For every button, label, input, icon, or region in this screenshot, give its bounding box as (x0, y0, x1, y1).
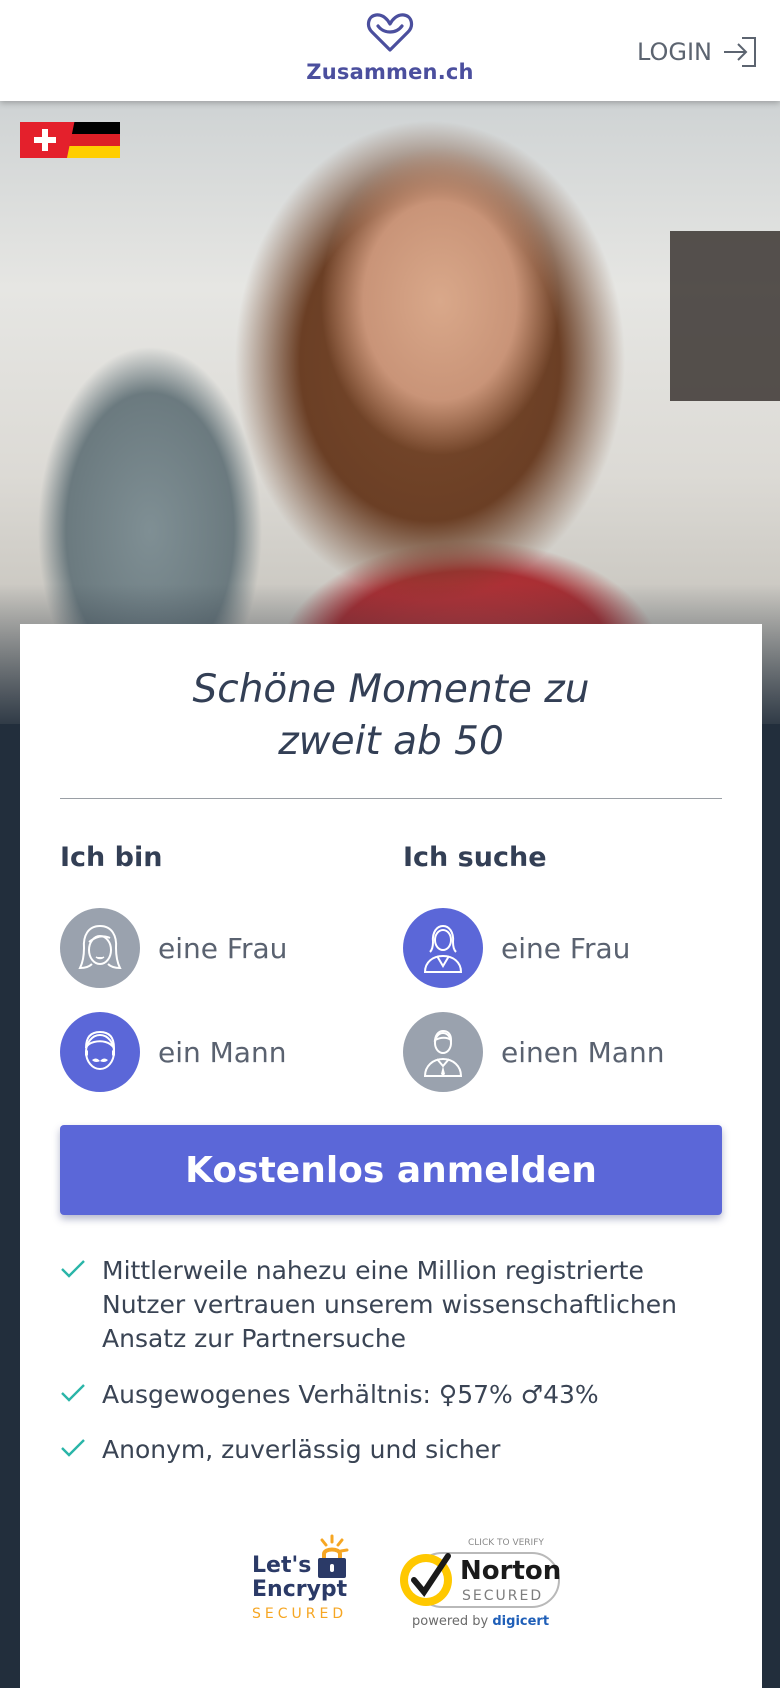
digicert-brand: digicert (492, 1614, 550, 1629)
i-am-title: Ich bin (60, 842, 163, 873)
login-button[interactable]: LOGIN (637, 32, 758, 72)
check-icon (61, 1439, 85, 1457)
login-label: LOGIN (636, 38, 712, 66)
de-flag-icon[interactable] (66, 122, 120, 158)
brand-logo[interactable]: Zusammen.ch (300, 12, 480, 92)
security-badges: Let's Encrypt SECURED CLICK TO VERIFY No… (20, 1534, 762, 1634)
benefit-item: Anonym, zuverlässig und sicher (60, 1433, 722, 1467)
norton-name: Norton (460, 1556, 562, 1586)
man-face-icon (60, 1012, 140, 1092)
benefit-text: Mittlerweile nahezu eine Million registr… (102, 1256, 677, 1353)
i-am-man-option[interactable]: ein Mann (60, 1012, 286, 1092)
heart-infinity-icon (366, 13, 414, 52)
norton-powered-label: powered by (412, 1614, 489, 1629)
letsencrypt-line-2: Encrypt (252, 1577, 348, 1602)
check-icon (61, 1384, 85, 1402)
register-free-button[interactable]: Kostenlos anmelden (60, 1125, 722, 1215)
letsencrypt-badge[interactable]: Let's Encrypt SECURED (250, 1534, 350, 1626)
looking-for-man-label: einen Mann (501, 1035, 665, 1069)
i-am-woman-option[interactable]: eine Frau (60, 908, 287, 988)
norton-badge[interactable]: CLICK TO VERIFY Norton SECURED powered b… (396, 1538, 566, 1630)
divider (60, 798, 722, 799)
language-switcher[interactable] (20, 122, 120, 158)
looking-for-woman-label: eine Frau (501, 931, 631, 965)
norton-click-to-verify: CLICK TO VERIFY (468, 1538, 544, 1548)
page-headline: Schöne Momente zu zweit ab 50 (20, 664, 762, 768)
woman-face-icon (60, 908, 140, 988)
looking-for-title: Ich suche (403, 842, 547, 873)
norton-check-icon (400, 1553, 452, 1606)
check-icon (61, 1260, 85, 1278)
ch-flag-icon[interactable] (20, 122, 75, 158)
login-arrow-icon (724, 37, 756, 67)
looking-for-woman-option[interactable]: eine Frau (403, 908, 630, 988)
signup-card: Schöne Momente zu zweit ab 50 Ich bin ei… (20, 624, 762, 1688)
letsencrypt-secured: SECURED (252, 1606, 348, 1622)
letsencrypt-line-1: Let's (252, 1553, 312, 1578)
looking-for-man-option[interactable]: einen Mann (403, 1012, 664, 1092)
norton-powered-by: powered by digicert (412, 1614, 549, 1629)
i-am-woman-label: eine Frau (158, 931, 288, 965)
brand-name: Zusammen.ch (306, 60, 474, 84)
woman-bust-icon (403, 908, 483, 988)
hero-background-detail (670, 231, 780, 401)
headline-line-1: Schöne Momente zu (192, 667, 590, 712)
headline-line-2: zweit ab 50 (278, 719, 504, 764)
benefit-item: Ausgewogenes Verhältnis: ♀57% ♂43% (60, 1378, 722, 1412)
benefit-item: Mittlerweile nahezu eine Million registr… (60, 1254, 722, 1356)
benefit-text: Anonym, zuverlässig und sicher (102, 1435, 501, 1464)
norton-secured: SECURED (462, 1588, 544, 1604)
top-header: Zusammen.ch LOGIN (0, 0, 780, 101)
man-bust-icon (403, 1012, 483, 1092)
i-am-man-label: ein Mann (158, 1035, 287, 1069)
benefit-text: Ausgewogenes Verhältnis: ♀57% ♂43% (102, 1380, 599, 1409)
